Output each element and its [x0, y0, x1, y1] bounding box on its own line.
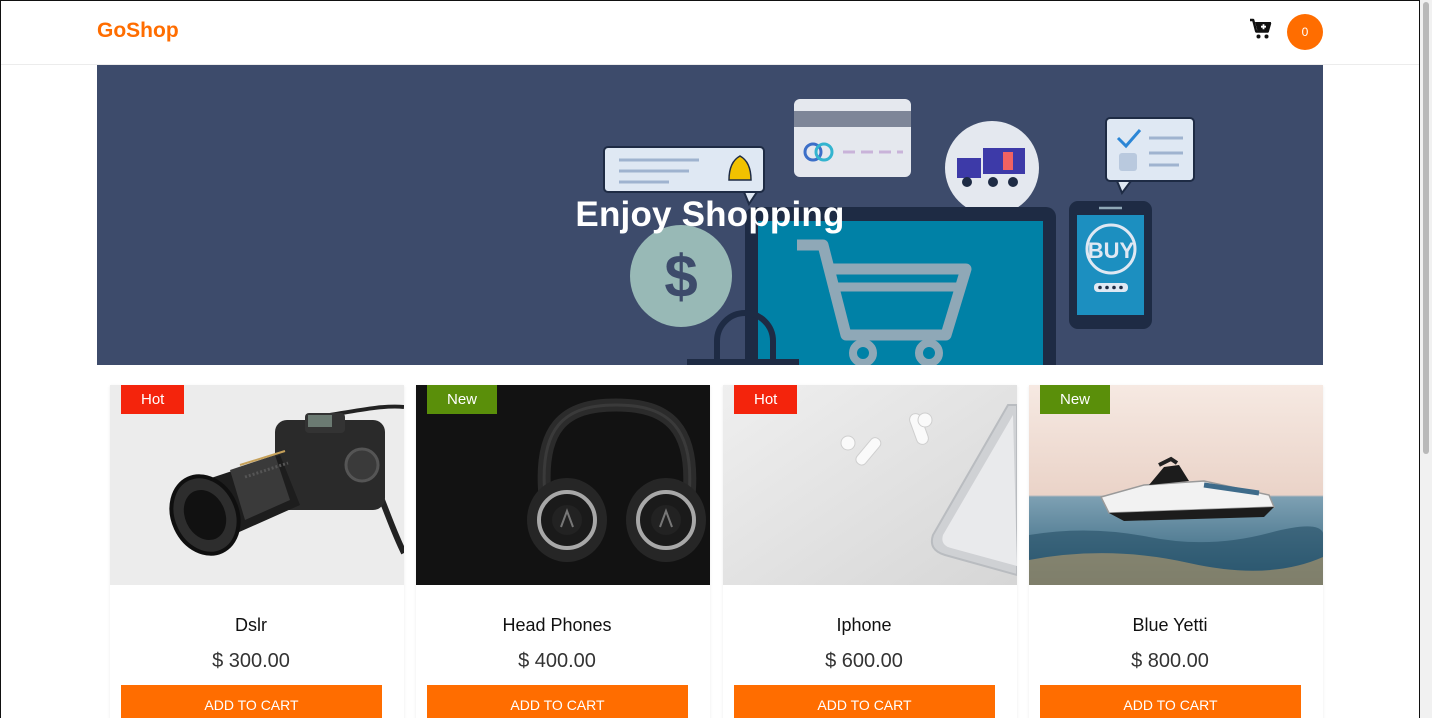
product-grid: Hot Dslr $ 300.00 ADD TO CART New Head P…: [110, 385, 1323, 718]
svg-text:BUY: BUY: [1088, 238, 1135, 263]
add-to-cart-button[interactable]: ADD TO CART: [427, 685, 688, 718]
product-card: New Head Phones $ 400.00 ADD TO CART: [416, 385, 710, 718]
product-price: $ 800.00: [1131, 650, 1209, 672]
product-price: $ 300.00: [212, 650, 290, 672]
hero-title: Enjoy Shopping: [575, 195, 845, 234]
product-name[interactable]: Dslr: [110, 615, 392, 636]
credit-card-icon: [794, 99, 911, 177]
add-to-cart-button[interactable]: ADD TO CART: [734, 685, 995, 718]
product-card: Hot Iphone $ 600.00 ADD TO CART: [723, 385, 1017, 718]
vertical-scrollbar[interactable]: [1420, 0, 1432, 718]
product-name[interactable]: Head Phones: [416, 615, 698, 636]
navbar: GoShop 0: [1, 1, 1419, 65]
scrollbar-thumb[interactable]: [1423, 2, 1429, 454]
iphone-airpods-image[interactable]: [723, 385, 1017, 585]
dslr-camera-image[interactable]: [110, 385, 404, 585]
new-badge: New: [1040, 385, 1111, 414]
product-price: $ 600.00: [825, 650, 903, 672]
new-badge: New: [427, 385, 498, 414]
headphones-image[interactable]: [416, 385, 710, 585]
cart-count-badge[interactable]: 0: [1287, 14, 1323, 50]
checklist-bubble-icon: [1105, 117, 1195, 195]
product-card: Hot Dslr $ 300.00 ADD TO CART: [110, 385, 404, 718]
jet-ski-image[interactable]: [1029, 385, 1323, 585]
hot-badge: Hot: [734, 385, 798, 414]
cart-plus-icon[interactable]: [1249, 17, 1273, 41]
svg-text:$: $: [664, 243, 697, 310]
browser-viewport: GoShop 0 $ BUY Enjoy Shopping Hot Dslr $…: [0, 0, 1420, 718]
hero-banner: $ BUY Enjoy Shopping: [97, 65, 1323, 365]
dollar-coin-icon: $: [630, 225, 732, 327]
product-name[interactable]: Blue Yetti: [1029, 615, 1311, 636]
hot-badge: Hot: [121, 385, 185, 414]
product-price: $ 400.00: [518, 650, 596, 672]
product-name[interactable]: Iphone: [723, 615, 1005, 636]
product-card: New Blue Yetti $ 800.00 ADD TO CART: [1029, 385, 1323, 718]
add-to-cart-button[interactable]: ADD TO CART: [121, 685, 382, 718]
brand-logo[interactable]: GoShop: [97, 19, 179, 43]
add-to-cart-button[interactable]: ADD TO CART: [1040, 685, 1301, 718]
